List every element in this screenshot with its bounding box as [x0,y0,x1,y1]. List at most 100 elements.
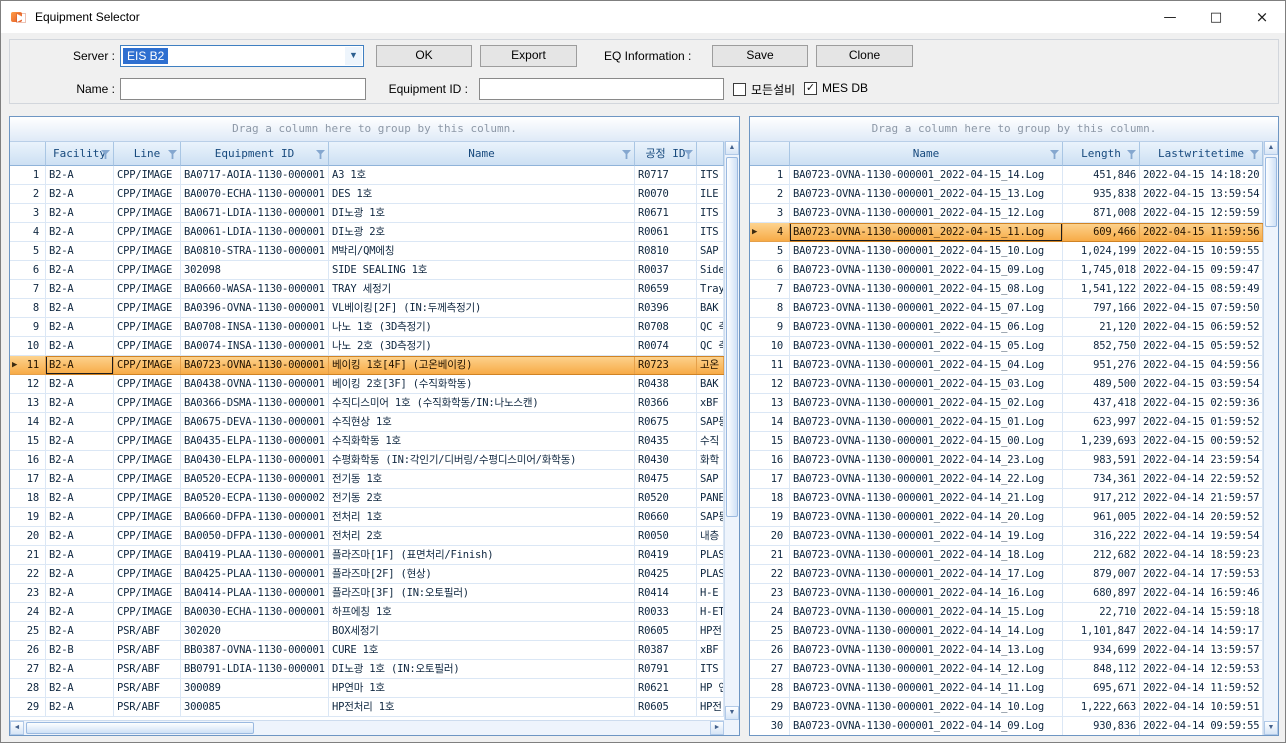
grid-cell[interactable]: B2-A [46,451,114,470]
row-number-cell[interactable]: 22 [750,565,790,584]
grid-cell[interactable]: 하프에칭 1호 [329,603,635,622]
grid-cell[interactable]: B2-A [46,470,114,489]
grid-cell[interactable]: BA0723-OVNA-1130-000001_2022-04-14_23.Lo… [790,451,1063,470]
grid-cell[interactable]: B2-A [46,698,114,717]
grid-cell[interactable]: 나노 1호 (3D측정기) [329,318,635,337]
row-number-cell[interactable]: 24 [750,603,790,622]
row-number-cell[interactable]: 29 [750,698,790,717]
grid-cell[interactable]: PSR/ABF [114,641,181,660]
grid-row[interactable]: 9BA0723-OVNA-1130-000001_2022-04-15_06.L… [750,318,1278,337]
group-by-drop-area[interactable]: Drag a column here to group by this colu… [750,117,1278,142]
grid-cell[interactable]: B2-A [46,261,114,280]
grid-cell[interactable]: 2022-04-15 08:59:49 [1140,280,1263,299]
grid-cell[interactable]: BA0723-OVNA-1130-000001_2022-04-15_07.Lo… [790,299,1063,318]
grid-cell[interactable]: CPP/IMAGE [114,508,181,527]
grid-row[interactable]: 24B2-ACPP/IMAGEBA0030-ECHA-1130-000001하프… [10,603,739,622]
grid-cell[interactable]: 609,466 [1063,223,1140,242]
grid-cell[interactable]: CPP/IMAGE [114,375,181,394]
grid-cell[interactable]: BA0520-ECPA-1130-000001 [181,470,329,489]
row-number-cell[interactable]: 17 [750,470,790,489]
grid-cell[interactable]: 934,699 [1063,641,1140,660]
grid-cell[interactable]: CPP/IMAGE [114,432,181,451]
filter-icon[interactable] [683,150,694,159]
grid-cell[interactable]: 22,710 [1063,603,1140,622]
grid-row[interactable]: 23BA0723-OVNA-1130-000001_2022-04-14_16.… [750,584,1278,603]
grid-cell[interactable]: DES 1호 [329,185,635,204]
row-number-cell[interactable]: 9 [750,318,790,337]
ok-button[interactable]: OK [376,45,472,67]
grid-cell[interactable]: R0396 [635,299,697,318]
grid-cell[interactable]: 내층 [697,527,724,546]
grid-cell[interactable]: 2022-04-15 07:59:50 [1140,299,1263,318]
grid-cell[interactable]: B2-A [46,603,114,622]
grid-cell[interactable]: 수직디스미어 1호 (수직화학동/IN:나노스캔) [329,394,635,413]
grid-cell[interactable]: 2022-04-15 14:18:20 [1140,166,1263,185]
grid-cell[interactable]: 695,671 [1063,679,1140,698]
grid-cell[interactable]: 680,897 [1063,584,1140,603]
grid-cell[interactable]: B2-A [46,527,114,546]
grid-cell[interactable]: 2022-04-15 11:59:56 [1140,223,1263,242]
grid-row[interactable]: 6BA0723-OVNA-1130-000001_2022-04-15_09.L… [750,261,1278,280]
grid-cell[interactable]: 917,212 [1063,489,1140,508]
grid-cell[interactable]: 수평화학동 (IN:각인기/디버링/수평디스미어/화학동) [329,451,635,470]
row-number-cell[interactable]: 9 [10,318,46,337]
grid-cell[interactable]: CPP/IMAGE [114,489,181,508]
grid-cell[interactable]: 2022-04-15 03:59:54 [1140,375,1263,394]
grid-cell[interactable]: 전기동 1호 [329,470,635,489]
row-number-cell[interactable]: 30 [750,717,790,736]
grid-cell[interactable]: CPP/IMAGE [114,318,181,337]
grid-row[interactable]: 1B2-ACPP/IMAGEBA0717-AOIA-1130-000001A3 … [10,166,739,185]
grid-cell[interactable]: B2-A [46,337,114,356]
grid-row[interactable]: 18B2-ACPP/IMAGEBA0520-ECPA-1130-000002전기… [10,489,739,508]
grid-cell[interactable]: BA0723-OVNA-1130-000001_2022-04-15_12.Lo… [790,204,1063,223]
grid-cell[interactable]: TRAY 세정기 [329,280,635,299]
grid-cell[interactable]: R0387 [635,641,697,660]
grid-cell[interactable]: BA0425-PLAA-1130-000001 [181,565,329,584]
grid-cell[interactable]: BA0723-OVNA-1130-000001 [181,356,329,375]
grid-row[interactable]: 13BA0723-OVNA-1130-000001_2022-04-15_02.… [750,394,1278,413]
grid-cell[interactable]: 302098 [181,261,329,280]
grid-cell[interactable]: B2-A [46,318,114,337]
grid-cell[interactable]: BA0723-OVNA-1130-000001_2022-04-15_02.Lo… [790,394,1063,413]
grid-cell[interactable]: HP전 [697,698,724,717]
grid-cell[interactable]: BA0723-OVNA-1130-000001_2022-04-14_09.Lo… [790,717,1063,736]
grid-cell[interactable]: PANE [697,489,724,508]
grid-cell[interactable]: CPP/IMAGE [114,299,181,318]
grid-cell[interactable]: 961,005 [1063,508,1140,527]
grid-cell[interactable]: R0425 [635,565,697,584]
grid-cell[interactable]: 전기동 2호 [329,489,635,508]
row-number-cell[interactable]: ▶4 [750,223,790,242]
column-header[interactable]: Facility [46,142,114,166]
grid-row[interactable]: 11BA0723-OVNA-1130-000001_2022-04-15_04.… [750,356,1278,375]
grid-cell[interactable]: BA0070-ECHA-1130-000001 [181,185,329,204]
column-header[interactable]: Lastwritetime [1140,142,1263,166]
row-number-cell[interactable]: 5 [750,242,790,261]
grid-cell[interactable]: R0675 [635,413,697,432]
grid-cell[interactable]: R0435 [635,432,697,451]
grid-cell[interactable]: CPP/IMAGE [114,223,181,242]
grid-cell[interactable]: A3 1호 [329,166,635,185]
grid-cell[interactable]: 베이킹 2호[3F] (수직화학동) [329,375,635,394]
grid-cell[interactable]: 2022-04-14 13:59:57 [1140,641,1263,660]
grid-cell[interactable]: BA0050-DFPA-1130-000001 [181,527,329,546]
grid-cell[interactable]: 2022-04-14 19:59:54 [1140,527,1263,546]
grid-row[interactable]: 22BA0723-OVNA-1130-000001_2022-04-14_17.… [750,565,1278,584]
grid-row[interactable]: 27B2-APSR/ABFBB0791-LDIA-1130-000001DI노광… [10,660,739,679]
grid-cell[interactable]: PLAS [697,546,724,565]
grid-cell[interactable]: 전처리 1호 [329,508,635,527]
grid-cell[interactable]: BA0074-INSA-1130-000001 [181,337,329,356]
grid-row[interactable]: 1BA0723-OVNA-1130-000001_2022-04-15_14.L… [750,166,1278,185]
grid-cell[interactable]: R0074 [635,337,697,356]
grid-cell[interactable]: B2-A [46,432,114,451]
row-number-cell[interactable]: 28 [750,679,790,698]
grid-cell[interactable]: BA0723-OVNA-1130-000001_2022-04-15_01.Lo… [790,413,1063,432]
grid-row[interactable]: 26BA0723-OVNA-1130-000001_2022-04-14_13.… [750,641,1278,660]
grid-cell[interactable]: HP전처리 1호 [329,698,635,717]
grid-cell[interactable]: R0708 [635,318,697,337]
grid-cell[interactable]: 2022-04-14 20:59:52 [1140,508,1263,527]
row-number-cell[interactable]: 12 [750,375,790,394]
grid-row[interactable]: 3BA0723-OVNA-1130-000001_2022-04-15_12.L… [750,204,1278,223]
grid-cell[interactable]: R0605 [635,698,697,717]
grid-row[interactable]: 12BA0723-OVNA-1130-000001_2022-04-15_03.… [750,375,1278,394]
row-number-cell[interactable]: 10 [750,337,790,356]
